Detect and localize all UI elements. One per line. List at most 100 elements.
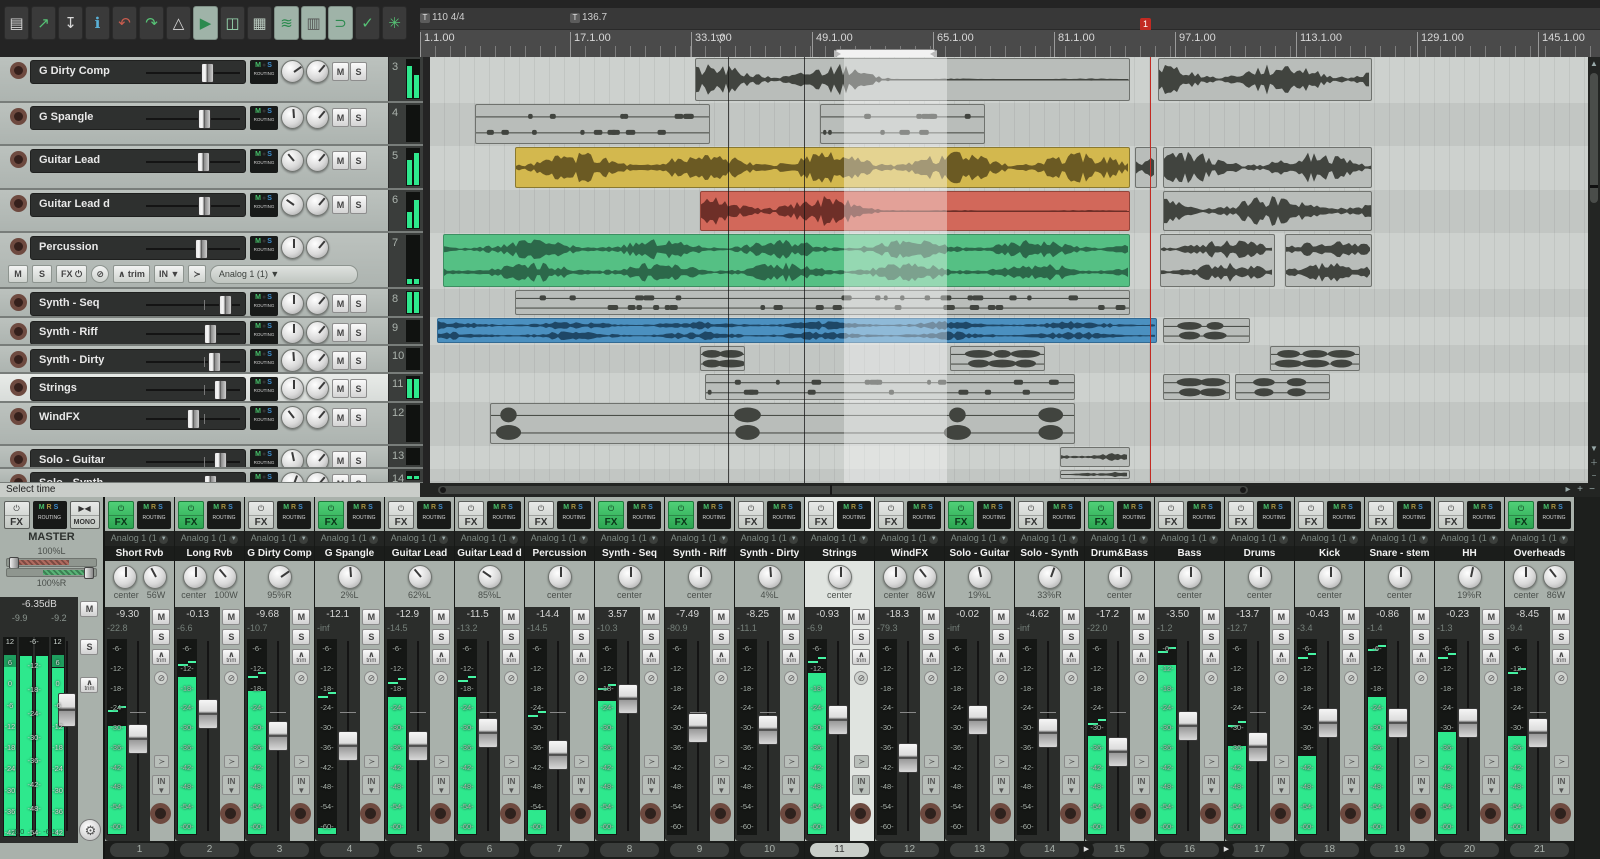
volume-fader[interactable] bbox=[1318, 708, 1338, 738]
volume-fader[interactable] bbox=[1108, 737, 1128, 767]
record-arm-button[interactable] bbox=[500, 803, 521, 824]
pan-knob[interactable] bbox=[281, 236, 304, 259]
pan-knob[interactable] bbox=[1318, 565, 1342, 589]
track-volume-fader[interactable] bbox=[146, 304, 240, 306]
routing-button[interactable]: MRSROUTING bbox=[207, 501, 241, 529]
pan-knob[interactable] bbox=[828, 565, 852, 589]
pan-knob[interactable] bbox=[968, 565, 992, 589]
routing-button[interactable]: MRSROUTING bbox=[1327, 501, 1361, 529]
track-volume-fader[interactable] bbox=[146, 248, 240, 250]
mute-button[interactable]: M bbox=[152, 609, 170, 625]
routing-button[interactable]: MRSROUTING bbox=[627, 501, 661, 529]
input-select-dropdown[interactable]: Analog 1 (1 ▼ bbox=[1155, 531, 1224, 546]
phase-button[interactable]: ⊘ bbox=[1414, 671, 1428, 685]
receives-button[interactable]: ≻ bbox=[994, 755, 1009, 768]
track-volume-fader[interactable] bbox=[146, 333, 240, 335]
settings-gear-icon[interactable]: ⚙ bbox=[79, 819, 101, 841]
input-button[interactable]: IN▼ bbox=[1412, 775, 1430, 795]
solo-button[interactable]: S bbox=[1272, 629, 1290, 645]
trim-button[interactable]: ∧trim bbox=[852, 649, 870, 665]
grid-button[interactable]: ▥ bbox=[301, 6, 326, 40]
volume-fader[interactable] bbox=[828, 705, 848, 735]
phase-button[interactable]: ⊘ bbox=[1554, 671, 1568, 685]
routing-button[interactable]: MRSROUTING bbox=[1257, 501, 1291, 529]
phase-button[interactable]: ⊘ bbox=[364, 671, 378, 685]
width-knob[interactable] bbox=[306, 236, 329, 259]
vertical-scrollbar[interactable]: ▲ ▼ ＋ − bbox=[1588, 57, 1600, 483]
receives-button[interactable]: ≻ bbox=[364, 755, 379, 768]
ripple-edit-button[interactable]: ⊃ bbox=[328, 6, 353, 40]
fader-handle[interactable] bbox=[214, 452, 227, 469]
mute-button[interactable]: M bbox=[922, 609, 940, 625]
fader-handle[interactable] bbox=[201, 63, 214, 83]
solo-button[interactable]: S bbox=[1342, 629, 1360, 645]
fx-button[interactable]: ⏻FX bbox=[318, 501, 344, 529]
track-volume-fader[interactable] bbox=[146, 361, 240, 363]
tcp-track-guitar-lead-d[interactable]: Guitar Lead dM●SROUTINGMS6 bbox=[0, 190, 423, 233]
mute-button[interactable]: M bbox=[332, 351, 349, 370]
media-item-gray[interactable] bbox=[1235, 374, 1330, 400]
fx-button[interactable]: ⏻FX bbox=[808, 501, 834, 529]
tcp-track-percussion[interactable]: PercussionM●SROUTINGMSFX ⏻⊘∧ trimIN ▼≻An… bbox=[0, 233, 423, 289]
mute-button[interactable]: M bbox=[1272, 609, 1290, 625]
input-select-dropdown[interactable]: Analog 1 (1 ▼ bbox=[595, 531, 664, 546]
routing-button[interactable]: MRSROUTING bbox=[277, 501, 311, 529]
track-routing-button[interactable]: M●SROUTING bbox=[250, 106, 278, 130]
input-button[interactable]: IN▼ bbox=[292, 775, 310, 795]
width-knob[interactable] bbox=[306, 193, 329, 216]
solo-button[interactable]: S bbox=[852, 629, 870, 645]
fader-handle[interactable] bbox=[187, 409, 200, 429]
routing-button[interactable]: MRSROUTING bbox=[1537, 501, 1571, 529]
pan-knob[interactable] bbox=[281, 349, 304, 372]
locking-button[interactable]: ✓ bbox=[355, 6, 380, 40]
input-select-dropdown[interactable]: Analog 1 (1 ▼ bbox=[385, 531, 454, 546]
ruler-bar-label[interactable]: 1.1.00 bbox=[420, 32, 455, 57]
fader-handle[interactable] bbox=[204, 475, 217, 483]
solo-button[interactable]: S bbox=[350, 108, 367, 127]
mute-button[interactable]: M bbox=[572, 609, 590, 625]
trim-button[interactable]: ∧trim bbox=[1342, 649, 1360, 665]
media-item-gray[interactable] bbox=[1285, 234, 1372, 287]
record-arm-button[interactable] bbox=[990, 803, 1011, 824]
input-select-dropdown[interactable]: Analog 1 (1 ▼ bbox=[805, 531, 874, 546]
routing-button[interactable]: MRSROUTING bbox=[1117, 501, 1151, 529]
volume-fader[interactable] bbox=[618, 684, 638, 714]
solo-button[interactable]: S bbox=[1062, 629, 1080, 645]
receives-button[interactable]: ≻ bbox=[1274, 755, 1289, 768]
record-arm-button[interactable] bbox=[10, 151, 27, 168]
open-project-button[interactable]: ↗ bbox=[31, 6, 56, 40]
track-routing-button[interactable]: M●SROUTING bbox=[250, 472, 278, 483]
track-routing-button[interactable]: M●SROUTING bbox=[250, 60, 278, 84]
timeline-ruler[interactable]: T110 4/4T136.71 1.1.0017.1.0033.1.0049.1… bbox=[420, 0, 1600, 57]
zoom-out-button[interactable]: − bbox=[1586, 484, 1598, 496]
record-arm-button[interactable] bbox=[10, 408, 27, 425]
phase-button[interactable]: ⊘ bbox=[784, 671, 798, 685]
input-button[interactable]: IN▼ bbox=[782, 775, 800, 795]
volume-fader[interactable] bbox=[198, 699, 218, 729]
ruler-bar-label[interactable]: 65.1.00 bbox=[933, 32, 974, 57]
routing-button[interactable]: MRSROUTING bbox=[697, 501, 731, 529]
record-arm-button[interactable] bbox=[1060, 803, 1081, 824]
master-solo-button[interactable]: S bbox=[80, 639, 98, 655]
routing-button[interactable]: MRSROUTING bbox=[977, 501, 1011, 529]
trim-button[interactable]: ∧trim bbox=[292, 649, 310, 665]
trim-envelope-button[interactable]: ∧ trim bbox=[113, 265, 150, 283]
fader-handle[interactable] bbox=[219, 295, 232, 315]
mute-button[interactable]: M bbox=[332, 474, 349, 483]
solo-button[interactable]: S bbox=[350, 294, 367, 313]
width-knob[interactable] bbox=[306, 449, 329, 469]
input-select-dropdown[interactable]: Analog 1 (1 ▼ bbox=[665, 531, 734, 546]
horizontal-scrollbar-thumb[interactable] bbox=[438, 486, 1248, 494]
routing-button[interactable]: MRSROUTING bbox=[137, 501, 171, 529]
receives-button[interactable]: ≻ bbox=[224, 755, 239, 768]
trim-button[interactable]: ∧trim bbox=[1412, 649, 1430, 665]
media-item-gray[interactable] bbox=[1270, 346, 1360, 371]
mute-button[interactable]: M bbox=[332, 451, 349, 469]
receives-button[interactable]: ≻ bbox=[1064, 755, 1079, 768]
fx-button[interactable]: ⏻FX bbox=[878, 501, 904, 529]
marker-triangle-icon[interactable]: ▽ bbox=[716, 32, 724, 45]
record-arm-button[interactable] bbox=[10, 108, 27, 125]
master-fx-button[interactable]: ⏻ FX bbox=[4, 501, 30, 529]
record-input-button[interactable]: IN ▼ bbox=[154, 265, 184, 283]
pan-knob[interactable] bbox=[281, 377, 304, 400]
